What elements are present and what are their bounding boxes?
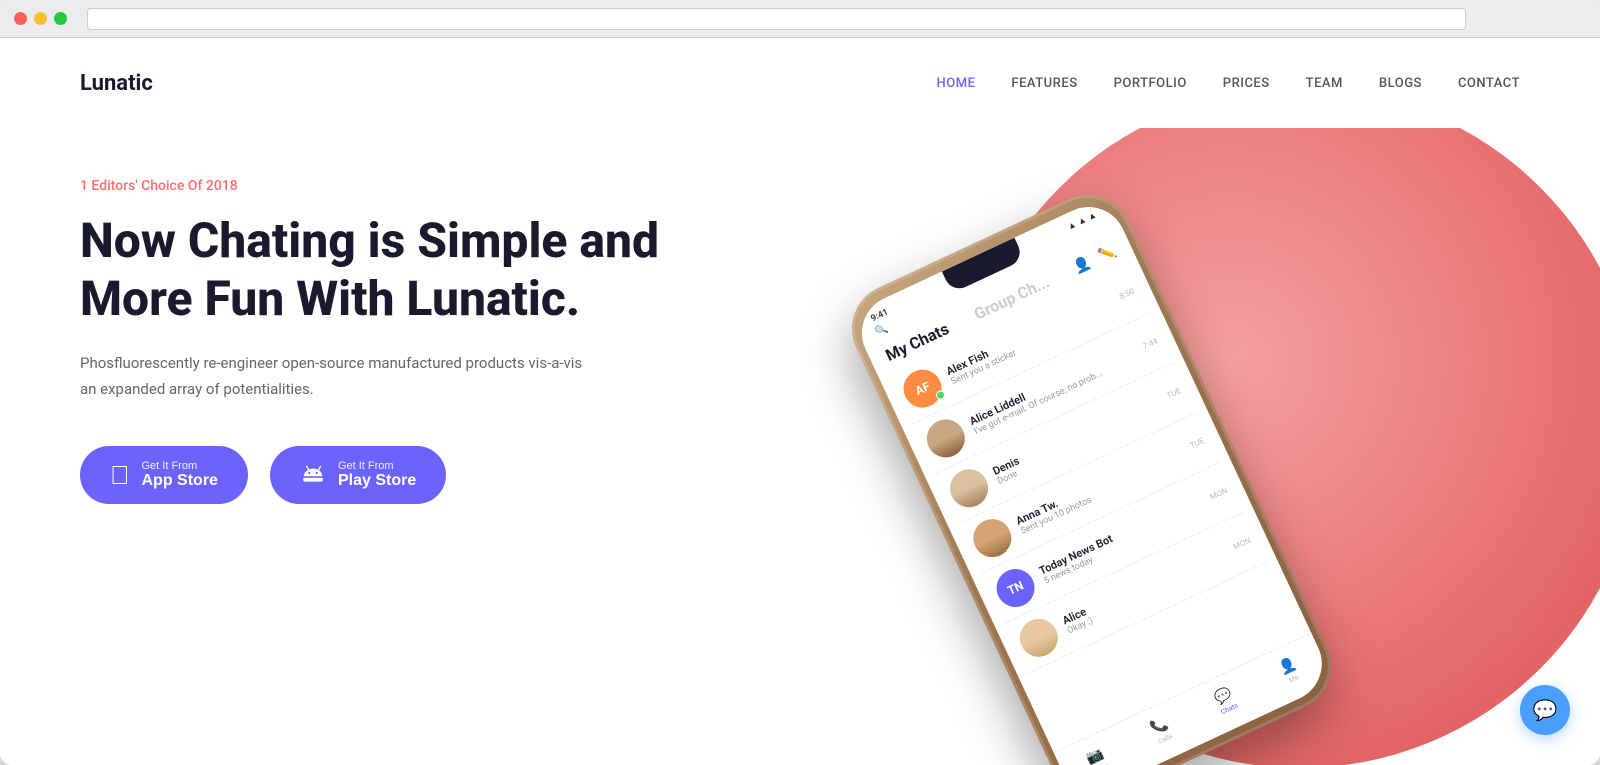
- chat-time-denis: TUE: [1165, 386, 1182, 400]
- android-icon: [300, 460, 326, 490]
- tab-me-label: Me: [1287, 673, 1299, 684]
- chat-time-alice2: MON: [1232, 535, 1252, 551]
- tab-chats[interactable]: 💬 Chats: [1212, 685, 1239, 716]
- avatar-anna: [967, 513, 1017, 563]
- tab-photo[interactable]: 📷 Photo: [1083, 745, 1111, 765]
- tab-me[interactable]: 👤 Me: [1276, 655, 1303, 686]
- logo: Lunatic: [80, 71, 153, 96]
- hero-title-line2: More Fun With Lunatic.: [80, 270, 580, 327]
- nav-contact[interactable]: CONTACT: [1458, 76, 1520, 91]
- play-store-button[interactable]: Get It From Play Store: [270, 446, 446, 504]
- nav-prices[interactable]: PRICES: [1223, 76, 1270, 91]
- avatar-alice-liddell: [921, 413, 971, 463]
- fab-chat-button[interactable]: 💬: [1520, 685, 1570, 735]
- chat-time-alice-liddell: 7:44: [1141, 336, 1159, 351]
- app-window: Lunatic HOME FEATURES PORTFOLIO PRICES T…: [0, 0, 1600, 765]
- header: Lunatic HOME FEATURES PORTFOLIO PRICES T…: [0, 38, 1600, 128]
- traffic-lights: [14, 12, 67, 25]
- nav: HOME FEATURES PORTFOLIO PRICES TEAM BLOG…: [937, 76, 1520, 91]
- nav-team[interactable]: TEAM: [1306, 76, 1343, 91]
- tab-calls[interactable]: 📞 Calls: [1148, 715, 1175, 746]
- hero-title-line1: Now Chating is Simple and: [80, 212, 659, 269]
- avatar-initials-tn: TN: [1005, 578, 1025, 597]
- chat-time-alex: 8:50: [1118, 286, 1136, 301]
- avatar-alice2: [1014, 613, 1064, 663]
- nav-blogs[interactable]: BLOGS: [1379, 76, 1422, 91]
- hero-section: 1 Editors' Choice Of 2018 Now Chating is…: [0, 128, 1600, 765]
- fullscreen-button[interactable]: [54, 12, 67, 25]
- app-store-text: Get It From App Store: [142, 460, 218, 490]
- phone-mockup: 9:41 ▲ ▲ ▲ 🔍 My Chats: [852, 215, 1392, 765]
- editors-choice-label: 1 Editors' Choice Of 2018: [80, 178, 872, 194]
- play-store-large-label: Play Store: [338, 472, 416, 490]
- nav-portfolio[interactable]: PORTFOLIO: [1114, 76, 1187, 91]
- cta-buttons:  Get It From App Store: [80, 446, 872, 504]
- app-store-small-label: Get It From: [142, 460, 218, 472]
- play-store-small-label: Get It From: [338, 460, 416, 472]
- avatar-alex: AF: [897, 363, 947, 413]
- page-content: Lunatic HOME FEATURES PORTFOLIO PRICES T…: [0, 38, 1600, 765]
- online-indicator: [935, 389, 947, 401]
- play-store-text: Get It From Play Store: [338, 460, 416, 490]
- chat-time-news-bot: MON: [1208, 485, 1228, 501]
- search-icon: 🔍: [874, 323, 890, 338]
- avatar-news-bot: TN: [990, 563, 1040, 613]
- avatar-denis: [944, 463, 994, 513]
- hero-description: Phosfluorescently re-engineer open-sourc…: [80, 351, 600, 402]
- apple-icon: : [110, 462, 130, 488]
- phone-shell: 9:41 ▲ ▲ ▲ 🔍 My Chats: [837, 180, 1346, 765]
- url-bar[interactable]: [87, 8, 1466, 30]
- phone-bottom-tabs: 📷 Photo 📞 Calls 💬 Chats: [1054, 632, 1335, 765]
- chat-time-anna: TUE: [1188, 436, 1205, 450]
- hero-title: Now Chating is Simple and More Fun With …: [80, 212, 700, 327]
- hero-left: 1 Editors' Choice Of 2018 Now Chating is…: [80, 148, 872, 504]
- phone-screen: 9:41 ▲ ▲ ▲ 🔍 My Chats: [849, 195, 1334, 765]
- app-store-large-label: App Store: [142, 472, 218, 490]
- app-store-button[interactable]:  Get It From App Store: [80, 446, 248, 504]
- nav-features[interactable]: FEATURES: [1011, 76, 1077, 91]
- fab-chat-icon: 💬: [1533, 698, 1558, 722]
- compose-icon[interactable]: ✏️: [1096, 243, 1119, 265]
- titlebar: [0, 0, 1600, 38]
- minimize-button[interactable]: [34, 12, 47, 25]
- nav-home[interactable]: HOME: [937, 76, 976, 91]
- avatar-initials-alex: AF: [913, 379, 932, 398]
- profile-icon[interactable]: 👤: [1071, 254, 1094, 276]
- hero-right: 9:41 ▲ ▲ ▲ 🔍 My Chats: [872, 148, 1520, 765]
- close-button[interactable]: [14, 12, 27, 25]
